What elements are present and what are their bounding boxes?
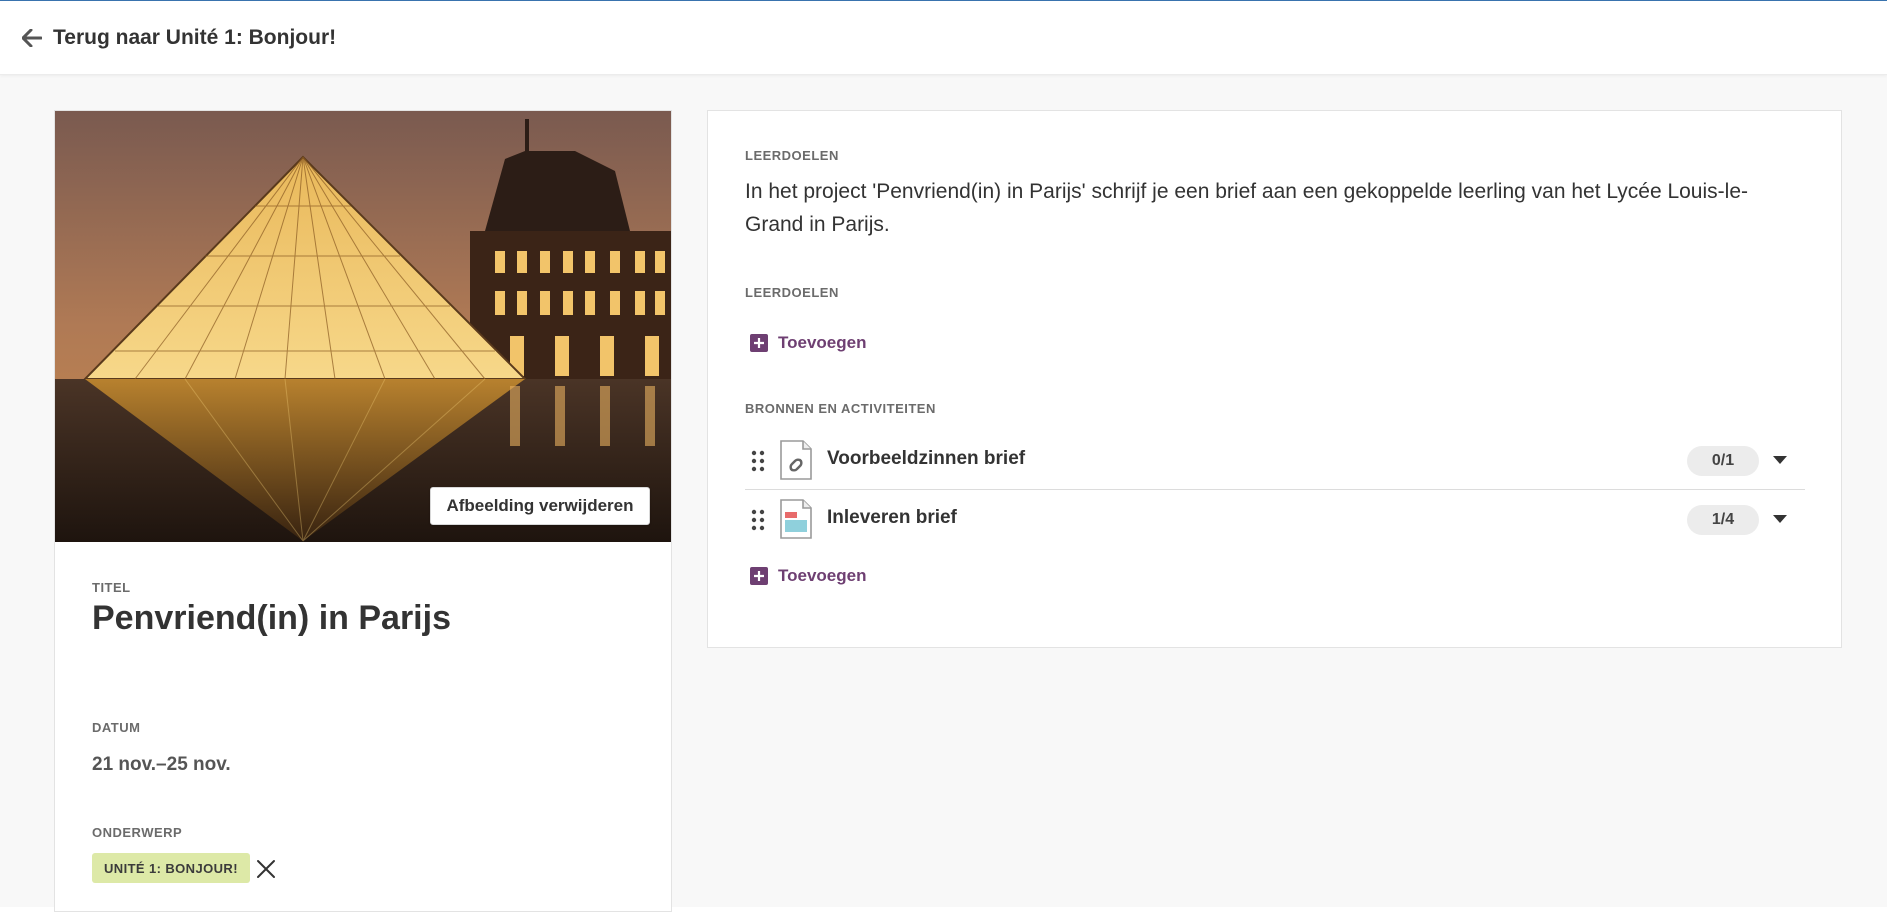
add-label: Toevoegen: [778, 566, 867, 585]
date-label: DATUM: [92, 720, 141, 735]
plus-icon: [750, 334, 768, 352]
resource-title[interactable]: Voorbeeldzinnen brief: [827, 448, 1025, 470]
resource-progress-badge: 0/1: [1687, 446, 1759, 476]
add-learning-goal-button[interactable]: Toevoegen: [750, 333, 866, 353]
back-button[interactable]: Terug naar Unité 1: Bonjour!: [22, 23, 336, 53]
arrow-left-icon: [22, 29, 42, 47]
back-label: Terug naar Unité 1: Bonjour!: [53, 26, 337, 49]
date-range[interactable]: 21 nov.–25 nov.: [92, 754, 231, 776]
chevron-down-icon[interactable]: [1772, 512, 1788, 526]
resource-row[interactable]: Inleveren brief 1/4: [745, 490, 1805, 548]
learning-content-card: LEERDOELEN In het project 'Penvriend(in)…: [707, 110, 1842, 648]
resource-title[interactable]: Inleveren brief: [827, 507, 957, 529]
add-label: Toevoegen: [778, 333, 867, 352]
project-title[interactable]: Penvriend(in) in Parijs: [92, 599, 451, 638]
project-cover-image: Afbeelding verwijderen: [55, 111, 671, 542]
project-details-card: Afbeelding verwijderen TITEL Penvriend(i…: [54, 110, 672, 912]
add-resource-button[interactable]: Toevoegen: [750, 566, 866, 586]
remove-image-button[interactable]: Afbeelding verwijderen: [430, 487, 650, 525]
resources-heading: BRONNEN EN ACTIVITEITEN: [745, 401, 936, 416]
goals-heading: LEERDOELEN: [745, 148, 839, 163]
louvre-pyramid-photo: [55, 111, 671, 542]
learning-goals-heading: LEERDOELEN: [745, 285, 839, 300]
drag-handle-icon[interactable]: [751, 509, 765, 531]
close-icon[interactable]: [255, 858, 277, 880]
top-bar: Terug naar Unité 1: Bonjour!: [0, 1, 1887, 75]
link-document-icon: [780, 440, 812, 480]
assignment-document-icon: [780, 499, 812, 539]
resource-progress-badge: 1/4: [1687, 505, 1759, 535]
title-label: TITEL: [92, 580, 131, 595]
drag-handle-icon[interactable]: [751, 450, 765, 472]
subject-label: ONDERWERP: [92, 825, 183, 840]
plus-icon: [750, 567, 768, 585]
goals-description[interactable]: In het project 'Penvriend(in) in Parijs'…: [745, 175, 1785, 241]
chevron-down-icon[interactable]: [1772, 453, 1788, 467]
subject-tag: UNITÉ 1: BONJOUR!: [92, 853, 250, 883]
resource-row[interactable]: Voorbeeldzinnen brief 0/1: [745, 431, 1805, 490]
